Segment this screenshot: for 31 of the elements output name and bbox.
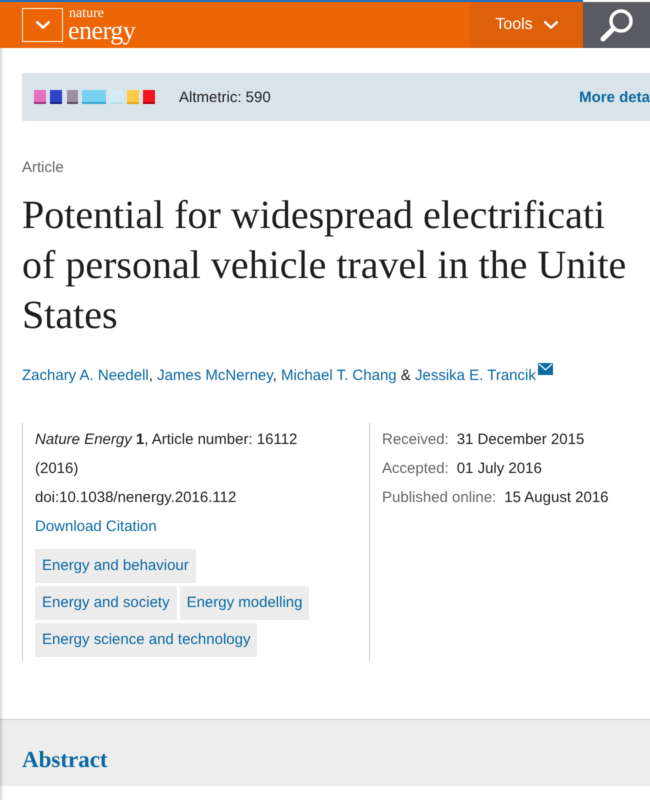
date-label: Received:	[382, 431, 449, 448]
abstract-heading: Abstract	[22, 746, 108, 774]
author-link[interactable]: Jessika E. Trancik	[414, 367, 536, 384]
subject-tag[interactable]: Energy science and technology	[35, 623, 258, 657]
date-label: Published online:	[382, 489, 496, 506]
tools-button[interactable]: Tools	[470, 0, 583, 48]
subject-tag[interactable]: Energy modelling	[180, 586, 310, 620]
author-link[interactable]: Michael T. Chang	[281, 367, 397, 384]
author-link[interactable]: James McNerney	[157, 367, 273, 384]
citation-text: Nature Energy 1, Article number: 16112 (2016)	[35, 430, 298, 479]
menu-button[interactable]	[22, 8, 63, 42]
search-icon	[600, 8, 634, 42]
doi-text: doi:10.1038/nenergy.2016.112	[35, 488, 236, 508]
date-label: Accepted:	[382, 460, 449, 477]
chevron-down-icon	[36, 21, 50, 29]
mail-icon[interactable]	[538, 363, 553, 375]
download-citation-link[interactable]: Download Citation	[35, 512, 157, 541]
date-value: 31 December 2015	[456, 431, 584, 448]
date-value: 01 July 2016	[456, 460, 542, 477]
subject-tag[interactable]: Energy and society	[35, 586, 177, 620]
more-details-link[interactable]: More deta	[579, 88, 650, 106]
article-type: Article	[22, 158, 64, 178]
author-list: Zachary A. Needell, James McNerney, Michael T. Chang & Jessika E. Trancik	[22, 363, 553, 386]
article-title: Potential for widespread electrificati of personal vehicle travel in the Unite States	[22, 191, 626, 339]
altmetric-badge-icon	[34, 90, 155, 104]
date-value: 15 August 2016	[504, 489, 609, 506]
search-button[interactable]	[583, 2, 650, 48]
chevron-down-icon	[544, 21, 558, 29]
altmetric-score: Altmetric: 590	[179, 88, 271, 106]
author-link[interactable]: Zachary A. Needell	[22, 367, 149, 384]
subject-tag[interactable]: Energy and behaviour	[35, 549, 196, 583]
